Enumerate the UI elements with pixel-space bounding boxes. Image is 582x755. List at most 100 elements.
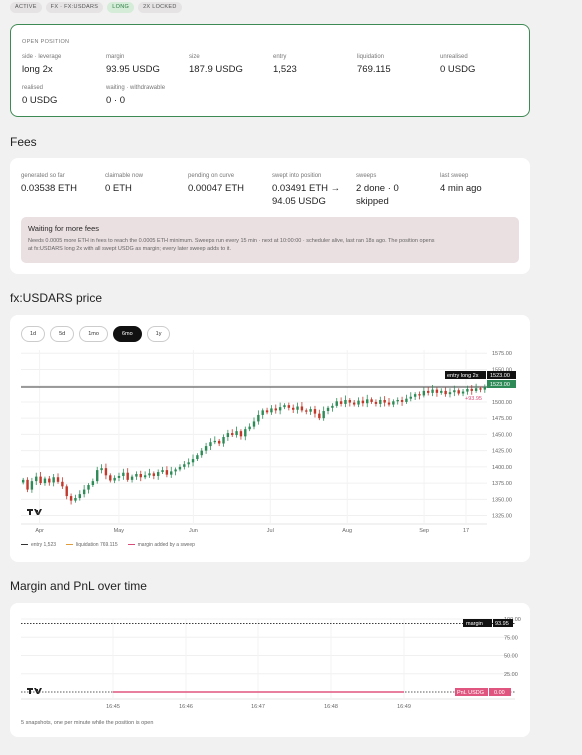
price-candle-body <box>461 391 465 394</box>
margin-tag-label: margin <box>466 621 483 627</box>
price-ytick-label: 1400.00 <box>492 465 512 471</box>
page: ACTIVE FX · FX:USDARS LONG 2X LOCKED OPE… <box>0 0 582 755</box>
price-candle-body <box>148 473 151 476</box>
price-candle-body <box>366 399 369 404</box>
price-candle-body <box>252 421 256 427</box>
pnl-tag-label: PnL USDG <box>457 690 484 696</box>
price-candle-body <box>322 411 325 419</box>
price-candle-body <box>300 406 304 411</box>
price-candle-body <box>135 474 138 477</box>
price-candle-body <box>305 410 308 412</box>
price-candle-body <box>331 405 334 408</box>
price-candle-body <box>204 446 208 451</box>
margin-value-label: 93.95 <box>495 621 509 627</box>
pnl-ytick-label: 75.00 <box>504 635 518 641</box>
price-candle-body <box>222 437 225 444</box>
price-candle-body <box>466 388 469 392</box>
price-candle-body <box>313 409 317 414</box>
price-candle-body <box>370 399 373 402</box>
price-ytick-label: 1475.00 <box>492 416 512 422</box>
stat-liquidation: liquidation 769.115 <box>357 54 391 75</box>
price-candle-body <box>409 396 412 399</box>
legend-entry: entry 1,523 <box>21 542 56 548</box>
price-candle-body <box>261 410 264 415</box>
price-chart[interactable]: 1575.001550.001525.001500.001475.001450.… <box>10 346 530 546</box>
pnl-ytick-label: 50.00 <box>504 654 518 660</box>
price-candle-body <box>200 450 203 456</box>
price-ytick-label: 1325.00 <box>492 514 512 520</box>
price-legend: entry 1,523 liquidation 769.115 margin a… <box>21 542 195 548</box>
price-candle-body <box>257 414 260 422</box>
pnl-xtick-label: 16:47 <box>251 704 265 710</box>
legend-margin-added: margin added by a sweep <box>127 542 195 548</box>
price-xtick-label: Apr <box>35 528 44 534</box>
price-candle-body <box>457 390 460 394</box>
price-candle-body <box>427 390 430 393</box>
price-ytick-label: 1450.00 <box>492 432 512 438</box>
stat-unrealised: unrealised 0 USDG <box>440 54 476 75</box>
price-candle-body <box>396 399 399 402</box>
price-candle-body <box>174 469 177 472</box>
waiting-notice: Waiting for more fees Needs 0.0005 more … <box>21 217 519 263</box>
price-candle-body <box>479 388 482 390</box>
timeframe-5d-button[interactable]: 5d <box>50 326 75 342</box>
price-candle-body <box>48 478 51 483</box>
price-candle-body <box>296 406 299 410</box>
stat-side-leverage: side · leverage long 2x <box>22 54 62 75</box>
status-badge-active: ACTIVE <box>10 2 42 13</box>
price-candle-body <box>26 479 29 490</box>
price-candle-body <box>274 408 277 411</box>
price-candle-body <box>161 470 164 473</box>
price-candle-body <box>117 475 121 478</box>
price-candle-body <box>231 433 234 436</box>
price-candle-body <box>344 399 347 404</box>
pnl-xtick-label: 16:46 <box>179 704 193 710</box>
open-position-card: OPEN POSITION side · leverage long 2x ma… <box>10 24 530 117</box>
timeframe-1d-button[interactable]: 1d <box>21 326 46 342</box>
price-candle-body <box>109 475 112 481</box>
price-candle-body <box>139 474 142 478</box>
pnl-value-label: 0.00 <box>494 690 505 696</box>
entry-value-label: 1523.00 <box>490 373 510 379</box>
price-candle-body <box>126 472 129 480</box>
timeframe-1mo-button[interactable]: 1mo <box>79 326 108 342</box>
price-candle-body <box>196 455 199 460</box>
price-candle-body <box>387 402 391 405</box>
notice-title: Waiting for more fees <box>28 224 99 233</box>
price-candle-body <box>287 405 291 408</box>
price-candle-body <box>318 413 321 419</box>
price-ytick-label: 1575.00 <box>492 351 512 357</box>
price-candle-body <box>187 462 190 465</box>
price-candle-body <box>183 464 186 467</box>
price-candle-body <box>100 468 103 471</box>
status-pills: ACTIVE FX · FX:USDARS LONG 2X LOCKED <box>10 2 182 13</box>
price-candle-body <box>130 476 134 480</box>
price-candle-body <box>422 390 426 396</box>
price-candle-body <box>335 401 338 406</box>
price-candle-body <box>278 407 282 411</box>
pnl-xtick-label: 16:48 <box>324 704 338 710</box>
price-candle-body <box>470 388 473 391</box>
price-candle-body <box>283 405 286 408</box>
price-candle-body <box>235 431 238 436</box>
price-candle-body <box>326 407 330 412</box>
price-xtick-label: Jul <box>267 528 274 534</box>
price-candle-body <box>348 399 352 403</box>
price-candle-body <box>35 476 38 482</box>
market-badge: FX · FX:USDARS <box>45 2 104 13</box>
price-candle-body <box>418 394 421 396</box>
price-xtick-label: May <box>114 528 125 534</box>
price-candle-body <box>213 440 217 443</box>
price-candle-body <box>65 486 68 497</box>
price-candle-body <box>361 400 365 404</box>
stat-entry: entry 1,523 <box>273 54 297 75</box>
price-candle-body <box>374 401 378 404</box>
price-candle-body <box>383 399 386 403</box>
timeframe-1y-button[interactable]: 1y <box>146 326 171 342</box>
timeframe-selector: 1d 5d 1mo 6mo 1y <box>21 326 171 342</box>
price-candle-body <box>78 494 81 499</box>
price-candle-body <box>413 394 417 397</box>
price-candle-body <box>178 466 182 470</box>
timeframe-6mo-button[interactable]: 6mo <box>112 326 142 342</box>
pnl-chart[interactable]: 100.0075.0050.0025.00 16:4516:4616:4716:… <box>10 605 530 715</box>
